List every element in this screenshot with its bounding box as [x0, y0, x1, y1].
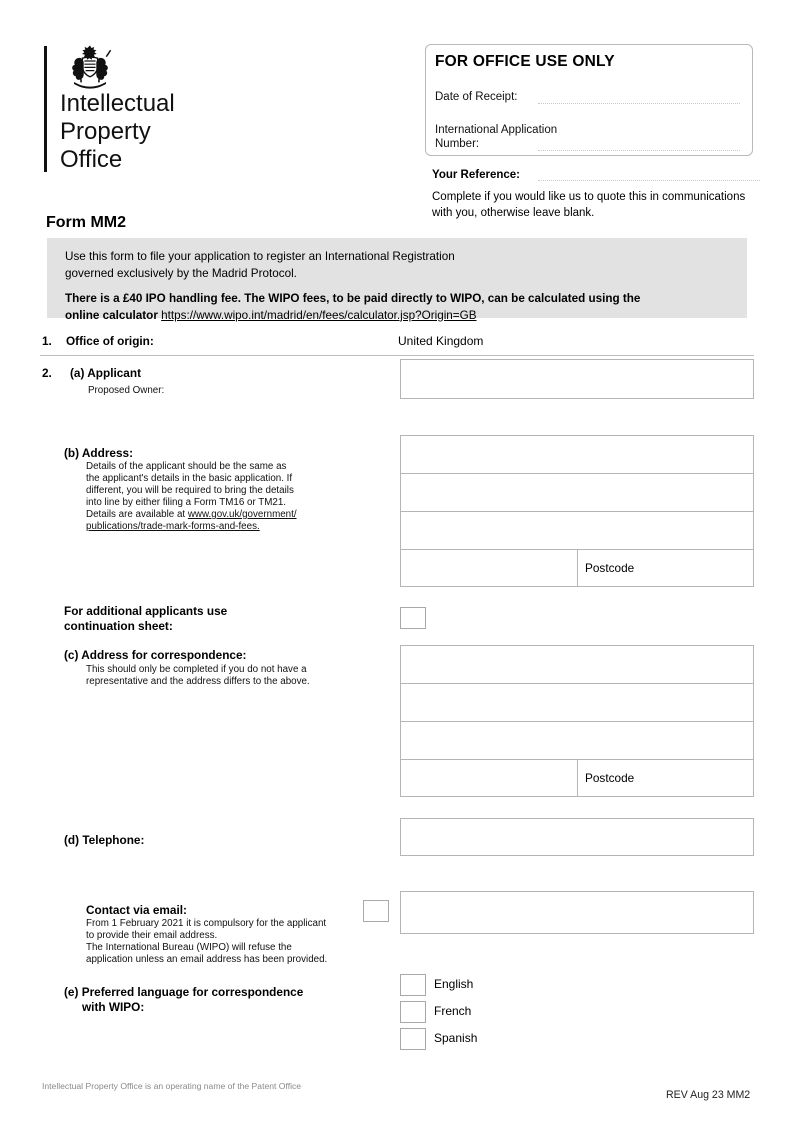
applicant-address-line-3[interactable] — [400, 511, 754, 549]
logo-line-1: Intellectual — [60, 90, 175, 117]
section-2d-label: (d) Telephone: — [64, 833, 145, 847]
section-2b-note-line3: different, you will be required to bring… — [86, 485, 294, 496]
section-1-label: Office of origin: — [66, 334, 154, 348]
section-2b-note-line5-prefix: Details are available at — [86, 509, 188, 520]
section-2b-note-line1: Details of the applicant should be the s… — [86, 461, 287, 472]
language-label-spanish: Spanish — [434, 1031, 478, 1045]
banner-p1-line1: Use this form to file your application t… — [65, 250, 455, 263]
date-of-receipt-label: Date of Receipt: — [435, 91, 518, 103]
your-reference-label: Your Reference: — [432, 169, 520, 181]
correspondence-address-line-1[interactable] — [400, 645, 754, 683]
logo-line-2: Property — [60, 118, 151, 145]
correspondence-postcode-label: Postcode — [585, 771, 635, 785]
footer-revision: REV Aug 23 MM2 — [666, 1089, 751, 1101]
language-label-french: French — [434, 1004, 472, 1018]
postcode-divider — [577, 550, 578, 586]
section-2c-note: This should only be completed if you do … — [86, 664, 366, 688]
logo-vertical-rule — [44, 46, 47, 172]
banner-p2-line2-prefix: online calculator — [65, 308, 162, 322]
language-label-english: English — [434, 977, 474, 991]
section-divider — [40, 355, 754, 356]
applicant-address-line-2[interactable] — [400, 473, 754, 511]
international-application-number-label-line1: International Application — [435, 124, 558, 136]
banner-paragraph-2: There is a £40 IPO handling fee. The WIP… — [65, 291, 735, 324]
date-of-receipt-line[interactable] — [538, 103, 740, 104]
your-reference-line[interactable] — [538, 180, 760, 181]
section-1-number: 1. — [42, 334, 52, 348]
section-2-number: 2. — [42, 366, 52, 380]
email-note-line4: application unless an email address has … — [86, 954, 328, 965]
section-2b-note-line2: the applicant's details in the basic app… — [86, 473, 293, 484]
language-checkbox-spanish[interactable] — [400, 1028, 426, 1050]
contact-via-email-note: From 1 February 2021 it is compulsory fo… — [86, 918, 366, 966]
section-2e-label-line2: with WIPO: — [82, 1000, 145, 1014]
correspondence-address-line-4[interactable]: Postcode — [400, 759, 754, 797]
office-use-title: FOR OFFICE USE ONLY — [435, 53, 615, 70]
telephone-input[interactable] — [400, 818, 754, 856]
govuk-link-line2[interactable]: publications/trade-mark-forms-and-fees. — [86, 521, 260, 532]
office-of-origin-value: United Kingdom — [398, 334, 484, 348]
section-2c-label: (c) Address for correspondence: — [64, 648, 247, 662]
govuk-link-line1[interactable]: www.gov.uk/government/ — [188, 509, 297, 520]
banner-p1-line2: governed exclusively by the Madrid Proto… — [65, 266, 297, 280]
applicant-name-input[interactable] — [400, 359, 754, 399]
section-2e-label: (e) Preferred language for correspondenc… — [64, 985, 303, 1015]
ipo-logo: Intellectual Property Office — [44, 44, 224, 174]
postcode-divider — [577, 760, 578, 796]
section-2c-note-line1: This should only be completed if you do … — [86, 664, 307, 675]
international-application-number-label-line2: Number: — [435, 138, 480, 150]
your-reference-note: Complete if you would like us to quote t… — [432, 191, 746, 219]
applicant-postcode-label: Postcode — [585, 561, 635, 575]
language-checkbox-french[interactable] — [400, 1001, 426, 1023]
logo-line-3: Office — [60, 146, 123, 173]
royal-coat-of-arms-icon — [72, 45, 112, 89]
proposed-owner-label: Proposed Owner: — [88, 385, 165, 396]
continuation-sheet-label-line2: continuation sheet: — [64, 619, 173, 633]
section-2b-note: Details of the applicant should be the s… — [86, 461, 336, 533]
contact-via-email-checkbox[interactable] — [363, 900, 389, 922]
email-note-line3: The International Bureau (WIPO) will ref… — [86, 942, 292, 953]
international-application-number-line[interactable] — [538, 150, 740, 151]
email-note-line1: From 1 February 2021 it is compulsory fo… — [86, 918, 327, 929]
banner-p2-line1: There is a £40 IPO handling fee. The WIP… — [65, 292, 641, 305]
page-title: Form MM2 — [46, 214, 126, 231]
applicant-address-line-4[interactable]: Postcode — [400, 549, 754, 587]
footer-disclaimer: Intellectual Property Office is an opera… — [42, 1081, 302, 1091]
contact-via-email-label: Contact via email: — [86, 903, 187, 917]
instruction-banner: Use this form to file your application t… — [47, 238, 747, 322]
continuation-sheet-label: For additional applicants use continuati… — [64, 604, 227, 634]
section-2e-label-line1: (e) Preferred language for correspondenc… — [64, 985, 304, 999]
form-page: Intellectual Property Office FOR OFFICE … — [0, 0, 800, 1130]
correspondence-address-line-2[interactable] — [400, 683, 754, 721]
for-office-use-box: FOR OFFICE USE ONLY Date of Receipt: Int… — [425, 44, 753, 156]
continuation-sheet-checkbox[interactable] — [400, 607, 426, 629]
section-2b-note-line4: into line by either filing a Form TM16 o… — [86, 497, 287, 508]
continuation-sheet-label-line1: For additional applicants use — [64, 604, 228, 618]
wipo-calculator-link[interactable]: https://www.wipo.int/madrid/en/fees/calc… — [161, 309, 476, 322]
correspondence-address-line-3[interactable] — [400, 721, 754, 759]
email-address-input[interactable] — [400, 891, 754, 934]
section-2c-note-line2: representative and the address differs t… — [86, 676, 310, 687]
email-note-line2: to provide their email address. — [86, 930, 218, 941]
banner-paragraph-1: Use this form to file your application t… — [65, 249, 735, 282]
applicant-address-line-1[interactable] — [400, 435, 754, 473]
section-2b-label: (b) Address: — [64, 446, 134, 460]
logo-wordmark: Intellectual Property Office — [60, 90, 175, 174]
language-checkbox-english[interactable] — [400, 974, 426, 996]
section-2a-label: (a) Applicant — [70, 366, 142, 380]
